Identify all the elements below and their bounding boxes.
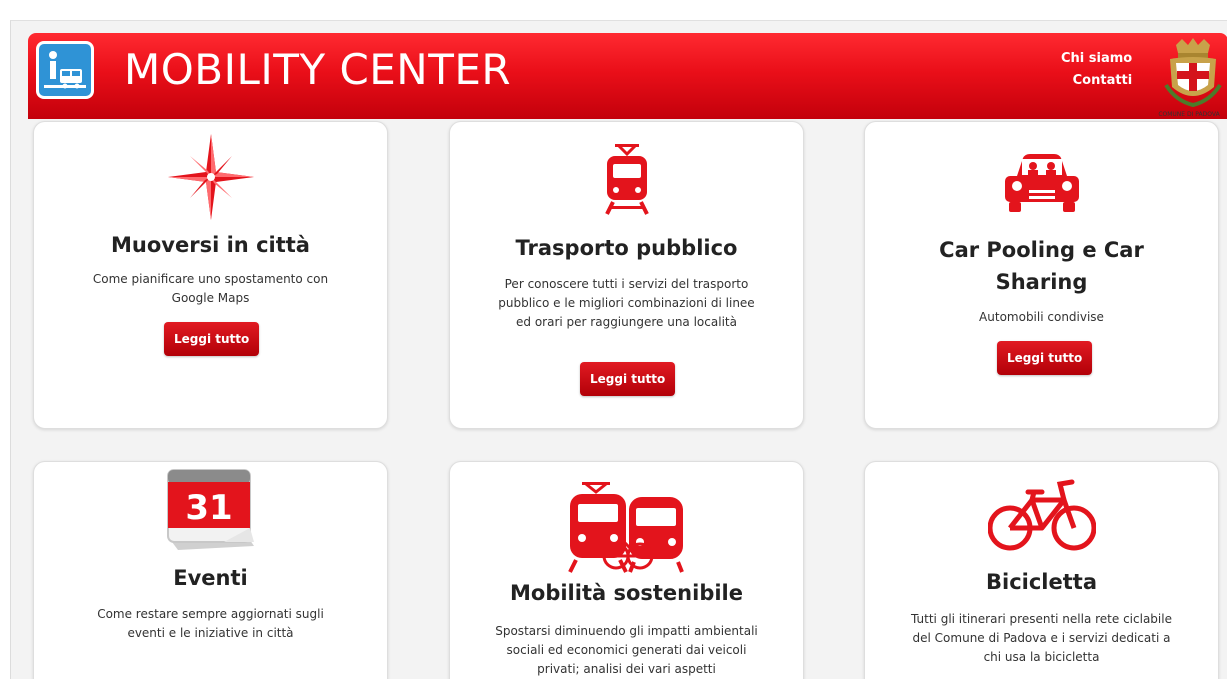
site-header: MOBILITY CENTER Chi siamo Contatti COMUN… [28,33,1227,119]
nav-link-chi-siamo[interactable]: Chi siamo [1061,48,1132,70]
tram-icon [450,144,803,216]
card-title: Muoversi in città [111,233,310,257]
calendar-day: 31 [185,488,232,528]
card-description: Per conoscere tutti i servizi del traspo… [498,277,755,329]
site-title: MOBILITY CENTER [124,45,512,94]
card-description: Spostarsi diminuendo gli impatti ambient… [495,624,758,676]
leggi-tutto-button[interactable]: Leggi tutto [164,322,260,356]
top-nav: Chi siamo Contatti [1061,48,1132,92]
compass-rose-icon [34,134,387,220]
sustainable-mobility-icon [450,482,803,574]
padova-crest-icon [1164,38,1222,108]
card-description: Come pianificare uno spostamento con Goo… [92,272,329,305]
mobility-logo-icon [39,44,91,96]
bicycle-icon [865,478,1218,552]
leggi-tutto-button[interactable]: Leggi tutto [997,341,1093,375]
card-title: Eventi [173,566,248,590]
card-description: Tutti gli itinerari presenti nella rete … [911,612,1172,664]
card-car-pooling: Car Pooling e Car Sharing Automobili con… [864,121,1219,429]
card-title: Mobilità sostenibile [510,581,743,605]
card-title: Bicicletta [986,570,1097,594]
card-title: Car Pooling e Car Sharing [939,238,1144,294]
nav-link-contatti[interactable]: Contatti [1061,70,1133,92]
calendar-icon: 31 [34,468,387,550]
card-bicicletta: Bicicletta Tutti gli itinerari presenti … [864,461,1219,679]
card-description: Come restare sempre aggiornati sugli eve… [97,607,324,640]
card-mobilita-sostenibile: Mobilità sostenibile Spostarsi diminuend… [449,461,804,679]
card-trasporto-pubblico: Trasporto pubblico Per conoscere tutti i… [449,121,804,429]
browser-viewport: MOBILITY CENTER Chi siamo Contatti COMUN… [10,20,1227,679]
leggi-tutto-button[interactable]: Leggi tutto [580,362,676,396]
site-logo[interactable] [36,41,94,99]
card-description: Automobili condivise [979,310,1104,324]
car-icon [865,152,1218,214]
crest-caption: COMUNE DI PADOVA [1158,111,1220,118]
card-title: Trasporto pubblico [515,236,738,260]
card-muoversi: Muoversi in città Come pianificare uno s… [33,121,388,429]
card-eventi: 31 Eventi Come restare sempre aggiornati… [33,461,388,679]
